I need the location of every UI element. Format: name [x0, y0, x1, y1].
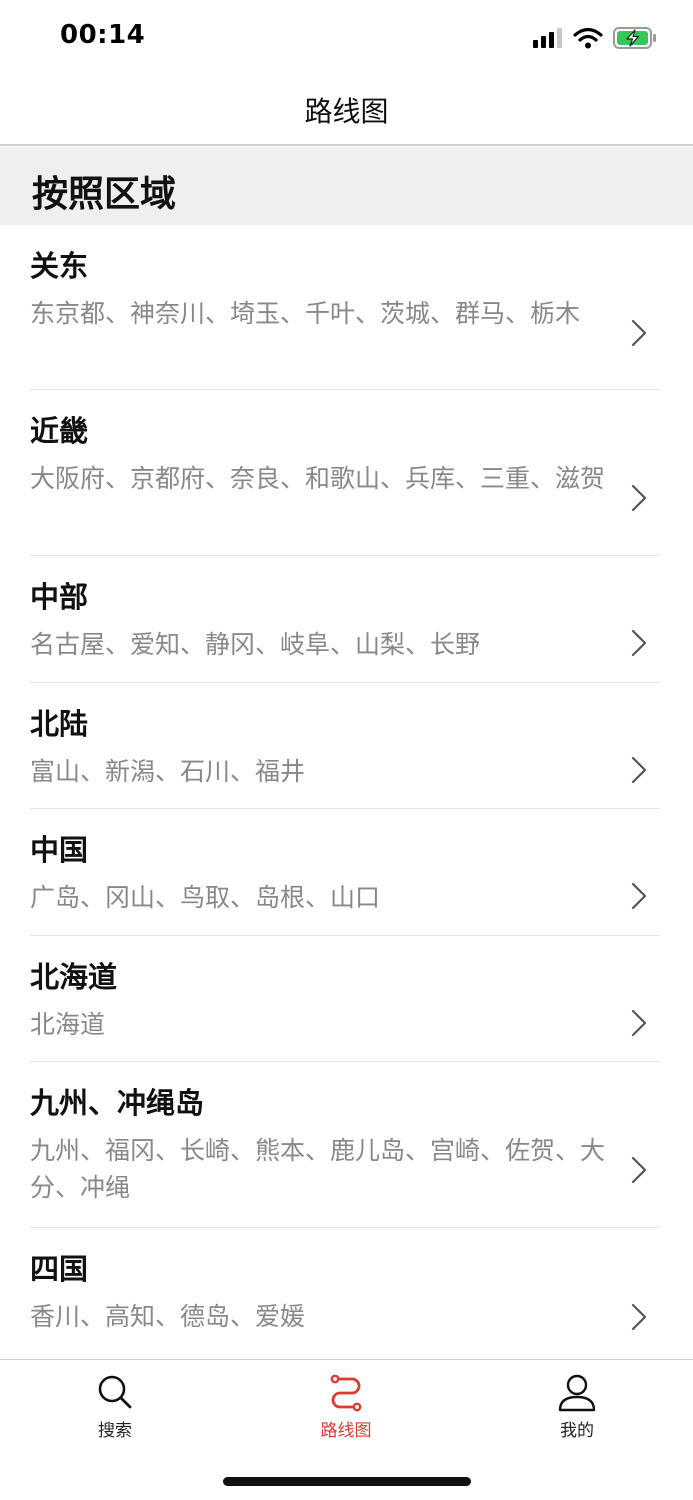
search-icon [98, 1375, 132, 1409]
region-row-chubu[interactable]: 中部 名古屋、爱知、静冈、岐阜、山梨、长野 [30, 556, 660, 683]
region-subtitle: 富山、新潟、石川、福井 [30, 757, 306, 786]
person-icon [558, 1374, 596, 1412]
cellular-signal-icon [533, 28, 562, 48]
region-row-kanto[interactable]: 关东 东京都、神奈川、埼玉、千叶、茨城、群马、栃木 [30, 225, 660, 390]
region-title: 四国 [30, 1252, 89, 1286]
region-subtitle: 九州、福冈、长崎、熊本、鹿儿岛、宫崎、佐贺、大分、冲绳 [30, 1136, 606, 1202]
region-subtitle: 香川、高知、德岛、爱媛 [30, 1302, 306, 1331]
region-title: 北陆 [30, 707, 89, 741]
region-row-chugoku[interactable]: 中国 广岛、冈山、鸟取、岛根、山口 [30, 809, 660, 936]
region-subtitle: 广岛、冈山、鸟取、岛根、山口 [30, 883, 381, 912]
status-time: 00:14 [60, 20, 146, 50]
section-header: 按照区域 [0, 147, 693, 225]
region-title: 中国 [30, 833, 89, 867]
tab-search[interactable]: 搜索 [55, 1372, 175, 1441]
chevron-right-icon [631, 484, 647, 512]
region-row-kinki[interactable]: 近畿 大阪府、京都府、奈良、和歌山、兵库、三重、滋贺 [30, 390, 660, 556]
chevron-right-icon [631, 756, 647, 784]
battery-charging-icon [613, 27, 656, 49]
tab-route-map[interactable]: 路线图 [286, 1372, 406, 1441]
tab-label: 路线图 [320, 1421, 372, 1441]
chevron-right-icon [631, 1156, 647, 1184]
region-subtitle: 大阪府、京都府、奈良、和歌山、兵库、三重、滋贺 [30, 464, 606, 493]
region-title: 中部 [30, 580, 89, 614]
wifi-icon [573, 27, 603, 49]
chevron-right-icon [631, 319, 647, 347]
tab-label: 搜索 [98, 1421, 132, 1441]
status-icons [533, 24, 657, 52]
tab-mine[interactable]: 我的 [517, 1372, 637, 1441]
route-map-icon [330, 1374, 362, 1412]
region-list: 关东 东京都、神奈川、埼玉、千叶、茨城、群马、栃木 近畿 大阪府、京都府、奈良、… [0, 225, 693, 1361]
region-subtitle: 名古屋、爱知、静冈、岐阜、山梨、长野 [30, 630, 481, 659]
region-row-kyushu-okinawa[interactable]: 九州、冲绳岛 九州、福冈、长崎、熊本、鹿儿岛、宫崎、佐贺、大分、冲绳 [30, 1062, 660, 1228]
region-title: 关东 [30, 249, 89, 283]
page-title: 路线图 [304, 95, 389, 128]
tab-label: 我的 [560, 1421, 594, 1441]
section-title: 按照区域 [32, 174, 177, 215]
region-subtitle: 北海道 [30, 1010, 106, 1039]
region-title: 北海道 [30, 960, 118, 994]
chevron-right-icon [631, 882, 647, 910]
region-title: 九州、冲绳岛 [30, 1086, 205, 1120]
navigation-bar: 路线图 [0, 76, 693, 146]
region-row-shikoku[interactable]: 四国 香川、高知、德岛、爱媛 [30, 1228, 660, 1361]
region-subtitle: 东京都、神奈川、埼玉、千叶、茨城、群马、栃木 [30, 299, 581, 328]
chevron-right-icon [631, 1009, 647, 1037]
chevron-right-icon [631, 1303, 647, 1331]
home-indicator [223, 1477, 471, 1486]
region-title: 近畿 [30, 414, 89, 448]
status-bar: 00:14 [0, 0, 693, 76]
chevron-right-icon [631, 629, 647, 657]
region-row-hokuriku[interactable]: 北陆 富山、新潟、石川、福井 [30, 683, 660, 809]
region-row-hokkaido[interactable]: 北海道 北海道 [30, 936, 660, 1062]
